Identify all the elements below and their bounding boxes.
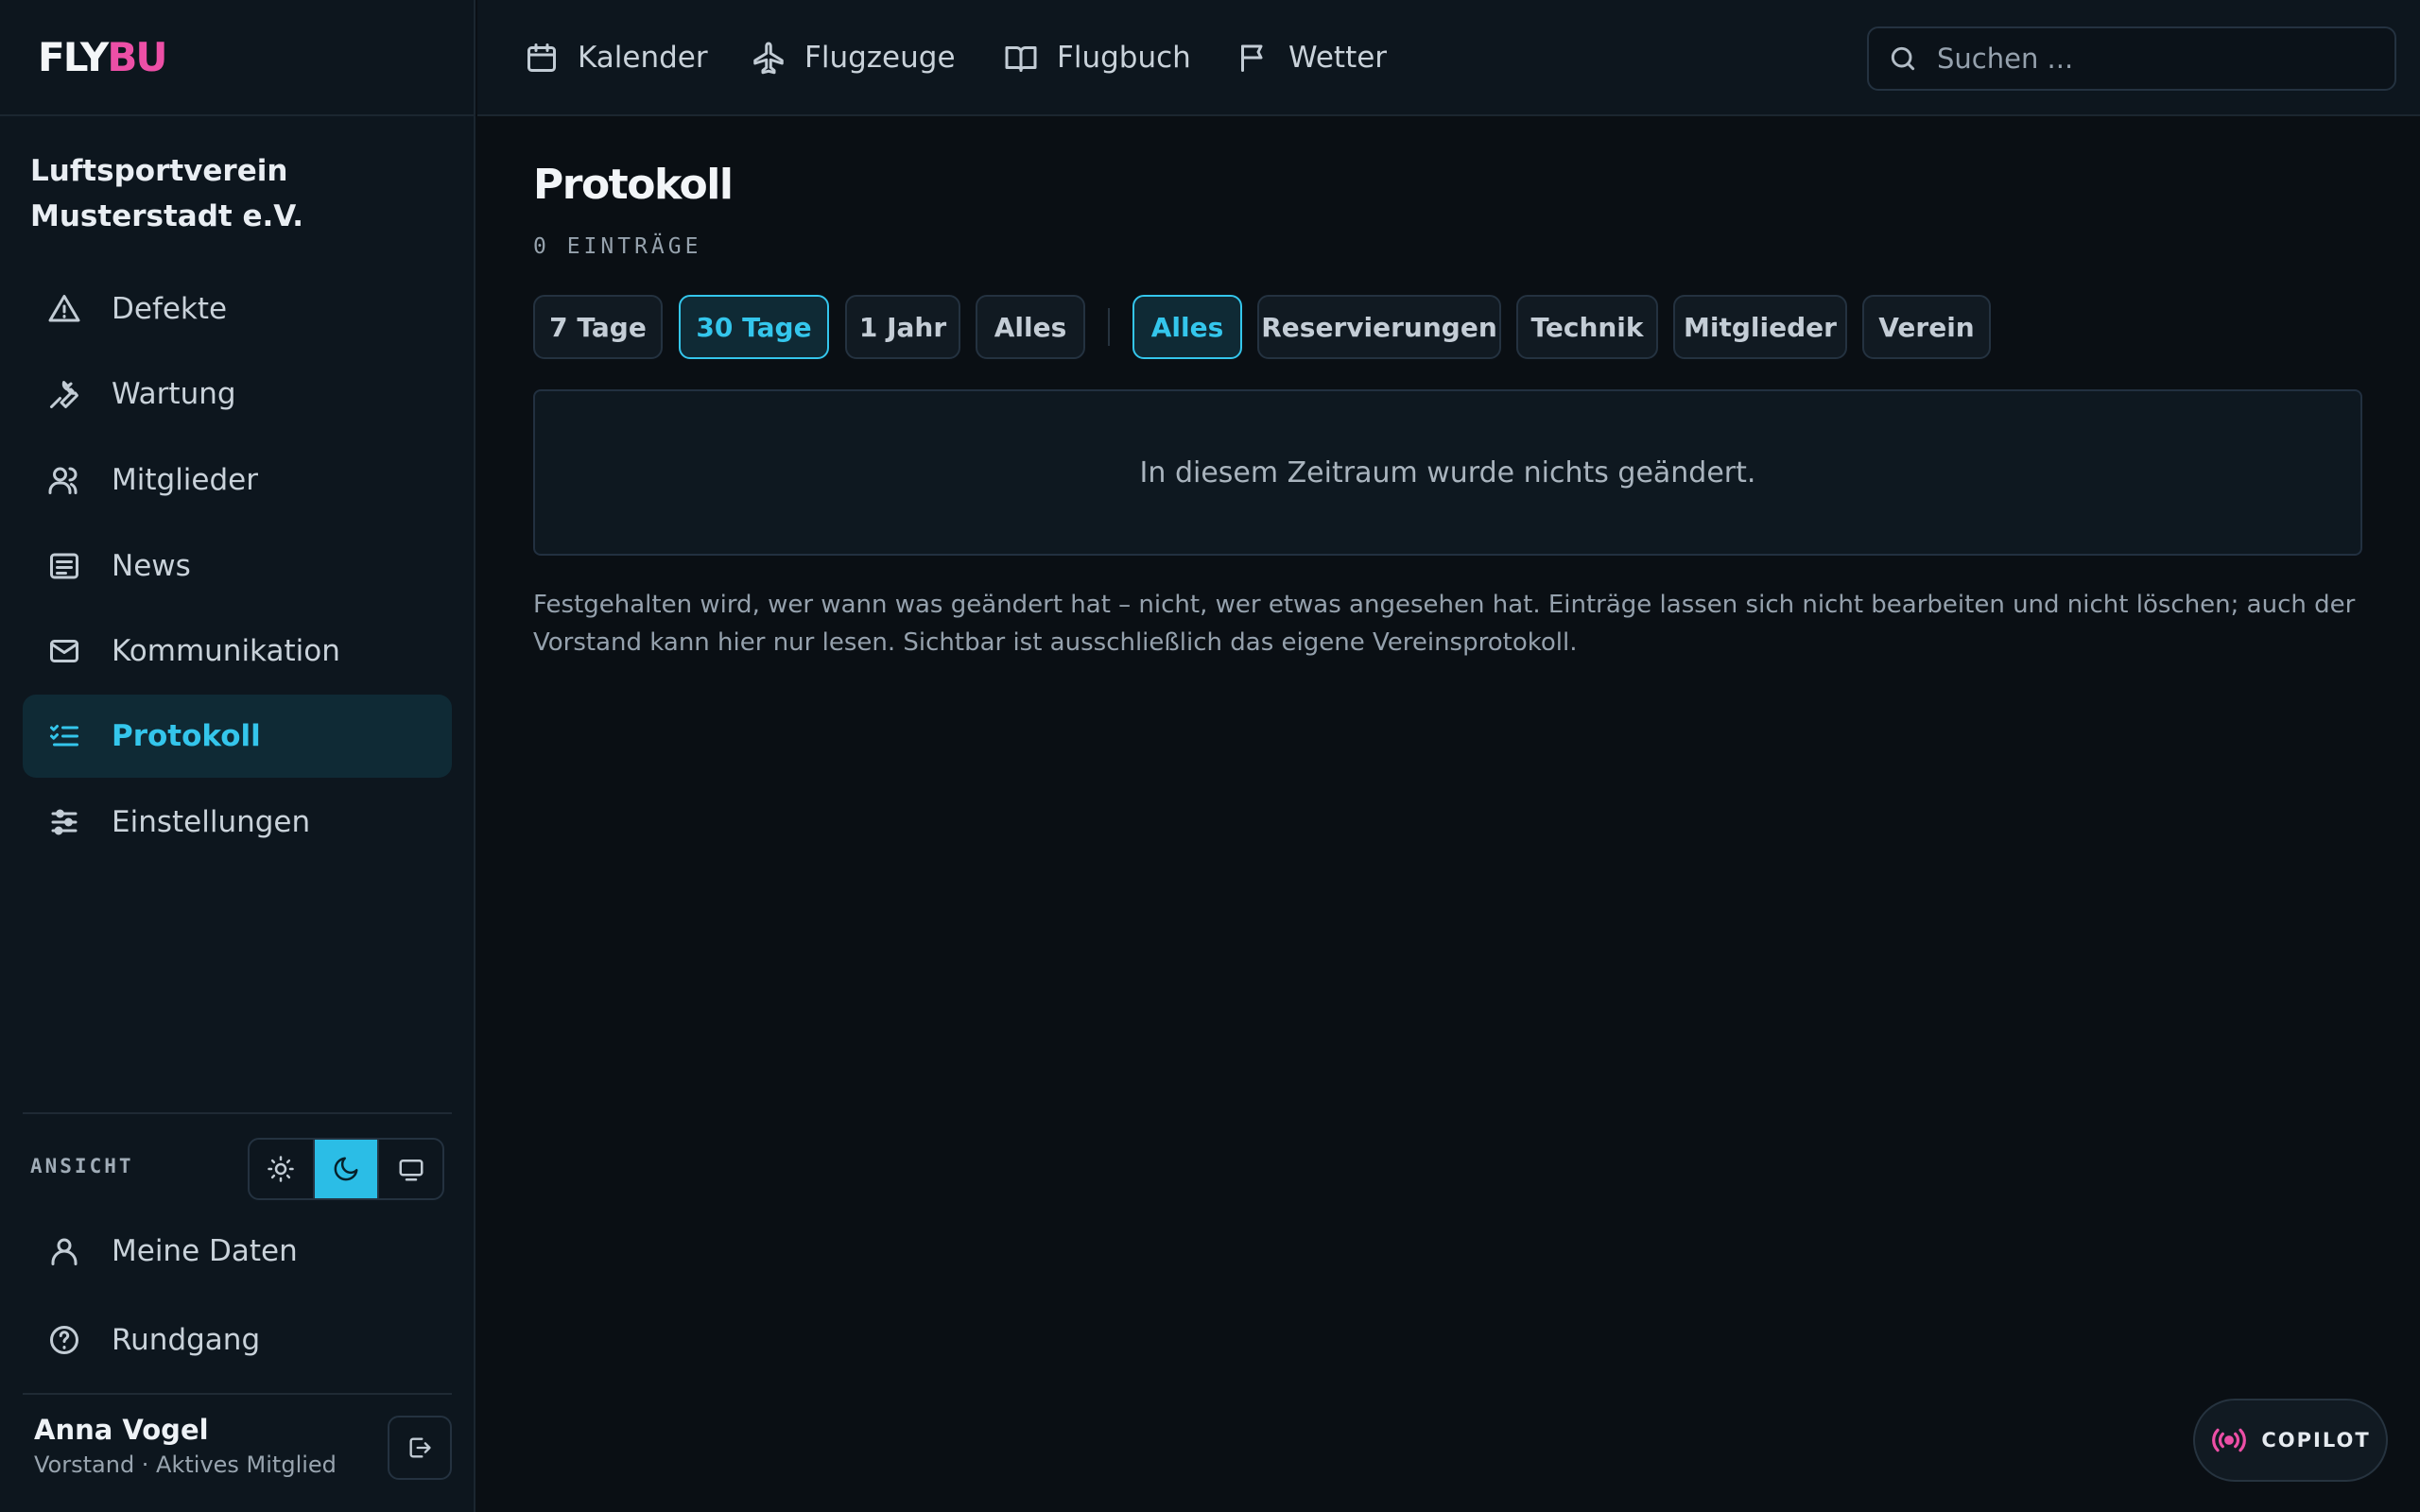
page-title: Protokoll [533,161,734,209]
sidebar-item-mitglieder[interactable]: Mitglieder [23,438,452,522]
filter-time-7-tage[interactable]: 7 Tage [533,295,663,359]
calendar-icon [527,43,556,72]
nav-link-flugbuch[interactable]: Flugbuch [1004,36,1191,79]
sidebar: FLY BU Luftsportverein Musterstadt e.V. D… [0,0,475,1512]
sidebar-item-label: News [112,549,191,583]
sidebar-item-label: Kommunikation [112,634,340,668]
filter-category-mitglieder[interactable]: Mitglieder [1673,295,1847,359]
sidebar-item-label: Mitglieder [112,463,258,497]
wrench-icon [47,377,81,411]
copilot-label: COPILOT [2261,1429,2371,1452]
broadcast-icon [2212,1428,2247,1452]
sidebar-item-label: Defekte [112,292,228,326]
theme-dark-button[interactable] [312,1140,378,1198]
sidebar-divider [23,1393,452,1395]
sliders-icon [47,805,81,839]
search-box [1867,26,2396,91]
copilot-button[interactable]: COPILOT [2193,1399,2388,1482]
sidebar-item-news[interactable]: News [23,524,452,608]
app-logo[interactable]: FLY BU [0,0,474,116]
filter-time-alles[interactable]: Alles [976,295,1085,359]
sidebar-item-rundgang[interactable]: Rundgang [23,1298,452,1382]
filter-category-alles[interactable]: Alles [1132,295,1242,359]
book-icon [1005,46,1037,72]
user-name: Anna Vogel [34,1414,209,1446]
search-icon [1891,46,1915,71]
theme-light-button[interactable] [250,1140,313,1198]
sidebar-item-kommunikation[interactable]: Kommunikation [23,610,452,693]
filter-time-30-tage[interactable]: 30 Tage [679,295,829,359]
logo-part-fly: FLY [38,34,109,80]
sun-icon [268,1156,295,1182]
newspaper-icon [47,549,81,583]
info-note: Festgehalten wird, wer wann was geändert… [533,591,2356,657]
nav-link-wetter[interactable]: Wetter [1236,36,1387,79]
nav-link-label: Flugbuch [1057,41,1191,75]
nav-link-kalender[interactable]: Kalender [525,36,708,79]
logout-button[interactable] [388,1416,452,1480]
sidebar-item-einstellungen[interactable]: Einstellungen [23,781,452,864]
logout-icon [409,1437,431,1458]
sidebar-item-label: Rundgang [112,1323,261,1357]
nav-link-label: Kalender [578,41,708,75]
view-label: ANSICHT [30,1155,134,1177]
sidebar-item-wartung[interactable]: Wartung [23,352,452,436]
user-icon [47,1234,81,1268]
filter-time-1-jahr[interactable]: 1 Jahr [845,295,960,359]
sidebar-item-protokoll[interactable]: Protokoll [23,695,452,778]
theme-system-button[interactable] [377,1140,442,1198]
nav-link-flugzeuge[interactable]: Flugzeuge [752,36,956,79]
list-checks-icon [47,719,81,753]
logo-part-bu: BU [107,34,167,80]
entry-count: 0 EINTRÄGE [533,234,702,259]
user-role: Vorstand · Aktives Mitglied [34,1452,337,1478]
sidebar-item-label: Einstellungen [112,805,311,839]
sidebar-item-label: Meine Daten [112,1234,298,1268]
plane-icon [753,42,784,75]
sidebar-item-defekte[interactable]: Defekte [23,267,452,351]
filter-category-verein[interactable]: Verein [1862,295,1991,359]
sidebar-item-label: Wartung [112,377,236,411]
moon-icon [334,1157,358,1181]
theme-switch [248,1138,444,1200]
sidebar-divider [23,1112,452,1114]
help-circle-icon [47,1323,81,1357]
filter-category-technik[interactable]: Technik [1516,295,1658,359]
top-bar: Kalender Flugzeuge Flugbuch Wetter [477,0,2420,116]
search-input[interactable] [1937,43,2372,75]
nav-link-label: Wetter [1288,41,1388,75]
filter-category-reservierungen[interactable]: Reservierungen [1257,295,1501,359]
users-icon [47,463,81,497]
sidebar-item-label: Protokoll [112,719,261,753]
empty-state-message: In diesem Zeitraum wurde nichts geändert… [1139,455,1756,490]
mail-icon [47,634,81,668]
filter-separator [1108,308,1110,346]
monitor-icon [399,1160,424,1181]
warning-icon [47,292,81,326]
empty-state: In diesem Zeitraum wurde nichts geändert… [533,389,2362,556]
flag-icon [1241,44,1263,72]
nav-link-label: Flugzeuge [804,41,956,75]
sidebar-item-meine-daten[interactable]: Meine Daten [23,1210,452,1293]
